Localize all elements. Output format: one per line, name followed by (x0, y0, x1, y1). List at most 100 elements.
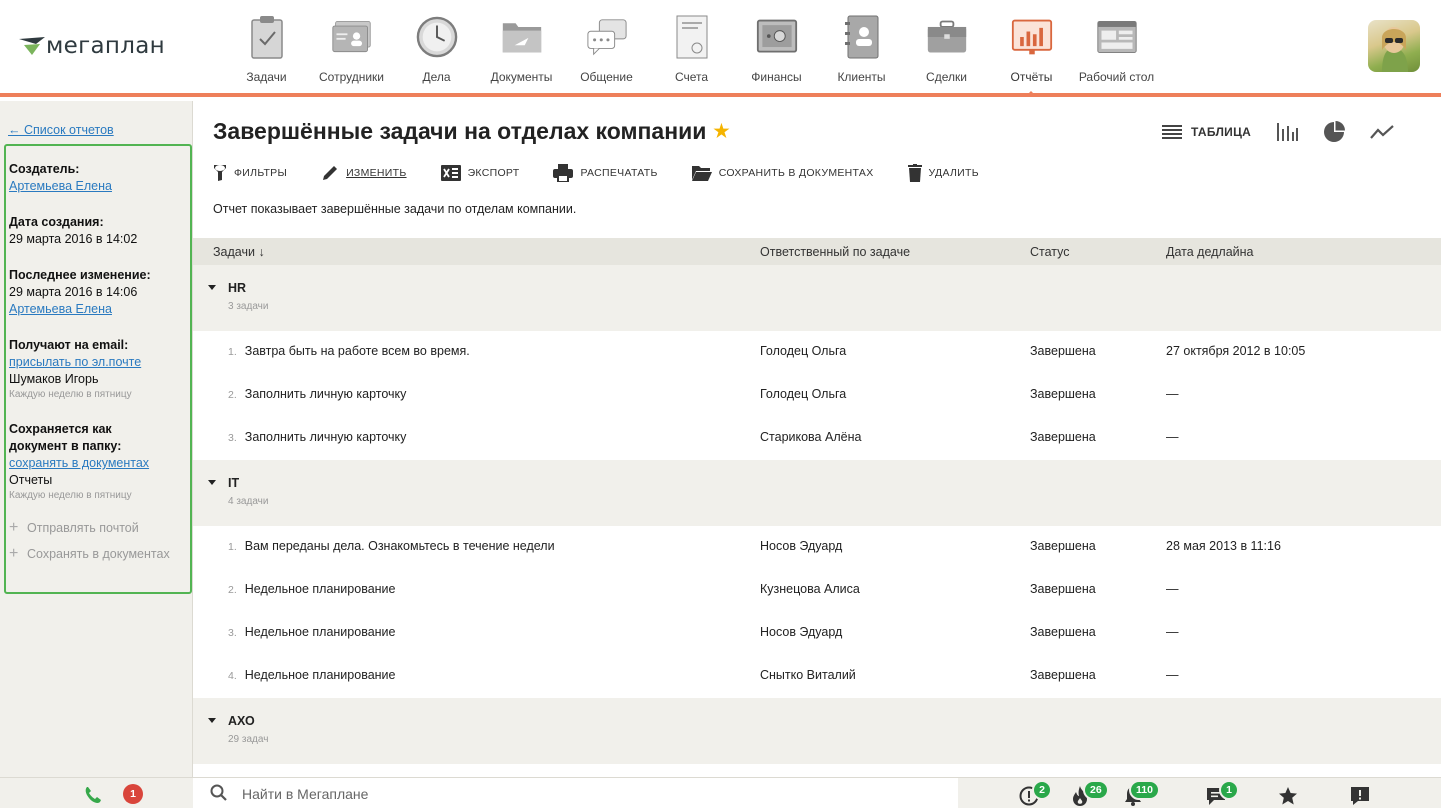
edit-button[interactable]: ИЗМЕНИТЬ (321, 161, 406, 185)
folder-open-icon (691, 165, 712, 181)
table-row[interactable]: 2. Недельное планирование Кузнецова Алиса… (193, 569, 1441, 612)
task-name[interactable]: Недельное планирование (245, 582, 396, 596)
status-cell: Завершена (1030, 625, 1096, 639)
nav-clients[interactable]: Клиенты (819, 0, 904, 93)
group-header-hr[interactable]: HR 3 задачи (193, 265, 1441, 331)
column-task-sortable[interactable]: Задачи ↓ (213, 245, 265, 259)
save-as-doc-label-1: Сохраняется как (9, 422, 112, 436)
table-row[interactable]: 2. Заполнить личную карточку Голодец Ольг… (193, 374, 1441, 417)
nav-desktop[interactable]: Рабочий стол (1074, 0, 1159, 93)
printer-icon (553, 164, 574, 182)
plus-icon: + (9, 545, 19, 562)
print-button[interactable]: РАСПЕЧАТАТЬ (553, 161, 657, 185)
page-title: Завершённые задачи на отделах компании ★ (213, 118, 730, 144)
safe-icon (756, 16, 798, 58)
task-name[interactable]: Заполнить личную карточку (245, 387, 407, 401)
logo-mark-icon (19, 37, 45, 55)
alerts-badge[interactable]: 2 (1032, 780, 1052, 800)
table-row[interactable]: 4. Недельное планирование Снытко Виталий … (193, 655, 1441, 698)
email-schedule: Каждую неделю в пятницу (9, 389, 132, 400)
group-header-aho[interactable]: АХО 29 задач (193, 698, 1441, 764)
star-icon[interactable] (1278, 786, 1298, 808)
filters-button[interactable]: ФИЛЬТРЫ (213, 161, 287, 185)
modified-by-link[interactable]: Артемьева Елена (9, 301, 190, 318)
nav-reports[interactable]: Отчёты (989, 0, 1074, 97)
table-row[interactable]: 1. Завтра быть на работе всем во время. Г… (193, 331, 1441, 374)
view-pie-chart-button[interactable] (1323, 121, 1346, 143)
nav-tasks[interactable]: Задачи (224, 0, 309, 93)
missed-calls-badge[interactable]: 1 (123, 784, 143, 804)
back-to-reports-link[interactable]: ← Список отчетов (8, 123, 114, 137)
nav-deals-calendar[interactable]: Дела (394, 0, 479, 93)
creator-label: Создатель: (9, 162, 80, 176)
delete-button[interactable]: УДАЛИТЬ (907, 161, 979, 185)
table-lines-icon (1162, 125, 1182, 139)
export-button[interactable]: ЭКСПОРТ (440, 161, 520, 185)
task-name[interactable]: Завтра быть на работе всем во время. (245, 344, 470, 358)
id-card-icon (331, 16, 373, 58)
creator-link[interactable]: Артемьева Елена (9, 178, 190, 195)
task-name[interactable]: Вам переданы дела. Ознакомьтесь в течени… (245, 539, 555, 553)
add-mail-action[interactable]: + Отправлять почтой (9, 515, 190, 541)
nav-invoices[interactable]: Счета (649, 0, 734, 93)
favorite-star-icon[interactable]: ★ (713, 121, 729, 142)
responsible-cell: Старикова Алёна (760, 430, 862, 444)
collapse-caret-icon[interactable] (208, 285, 216, 290)
nav-communication[interactable]: Общение (564, 0, 649, 93)
collapse-caret-icon[interactable] (208, 718, 216, 723)
messages-badge[interactable]: 1 (1219, 780, 1239, 800)
save-to-documents-button[interactable]: СОХРАНИТЬ В ДОКУМЕНТАХ (691, 161, 874, 185)
nav-deals[interactable]: Сделки (904, 0, 989, 93)
task-name[interactable]: Недельное планирование (245, 668, 396, 682)
deadline-cell: — (1166, 625, 1179, 639)
column-status[interactable]: Статус (1030, 245, 1070, 259)
nav-finance[interactable]: Финансы (734, 0, 819, 93)
search-icon (210, 784, 228, 805)
notification-tray: 2 26 110 1 (958, 778, 1441, 808)
report-info-panel: Создатель: Артемьева Елена Дата создания… (4, 144, 192, 594)
deadline-cell: — (1166, 668, 1179, 682)
feedback-icon[interactable] (1350, 786, 1370, 808)
deadline-cell: — (1166, 387, 1179, 401)
view-table-button[interactable]: ТАБЛИЦА (1162, 125, 1251, 139)
status-cell: Завершена (1030, 668, 1096, 682)
table-row[interactable]: 1. Вам переданы дела. Ознакомьтесь в тече… (193, 526, 1441, 569)
clipboard-check-icon (246, 16, 288, 59)
hot-tasks-badge[interactable]: 26 (1083, 780, 1109, 800)
view-switcher: ТАБЛИЦА (1162, 121, 1419, 143)
email-recipient: Шумаков Игорь (9, 372, 99, 386)
filter-icon (213, 164, 227, 182)
column-deadline[interactable]: Дата дедлайна (1166, 245, 1254, 259)
email-recipients-label: Получают на email: (9, 338, 129, 352)
view-line-chart-button[interactable] (1370, 125, 1394, 139)
phone-icon[interactable] (84, 786, 102, 807)
task-name[interactable]: Недельное планирование (245, 625, 396, 639)
table-header: Задачи ↓ Ответственный по задаче Статус … (193, 238, 1441, 265)
report-main: Завершённые задачи на отделах компании ★… (193, 101, 1441, 777)
nav-documents[interactable]: Документы (479, 0, 564, 93)
deadline-cell: 27 октября 2012 в 10:05 (1166, 344, 1306, 358)
created-label: Дата создания: (9, 215, 104, 229)
group-header-it[interactable]: IT 4 задачи (193, 460, 1441, 526)
nav-employees[interactable]: Сотрудники (309, 0, 394, 93)
add-save-docs-action[interactable]: + Сохранять в документах (9, 541, 190, 567)
column-responsible[interactable]: Ответственный по задаче (760, 245, 910, 259)
pencil-icon (321, 164, 339, 182)
table-row[interactable]: 3. Заполнить личную карточку Старикова Ал… (193, 417, 1441, 460)
notifications-badge[interactable]: 110 (1129, 780, 1160, 800)
email-settings-link[interactable]: присылать по эл.почте (9, 354, 190, 371)
invoice-icon (671, 15, 713, 59)
search-input[interactable] (242, 785, 842, 802)
contacts-book-icon (841, 15, 883, 59)
collapse-caret-icon[interactable] (208, 480, 216, 485)
save-settings-link[interactable]: сохранять в документах (9, 455, 190, 472)
task-name[interactable]: Заполнить личную карточку (245, 430, 407, 444)
view-bar-chart-button[interactable] (1276, 123, 1299, 141)
table-row[interactable]: 3. Недельное планирование Носов Эдуард За… (193, 612, 1441, 655)
report-groups: HR 3 задачи 1. Завтра быть на работе всем… (193, 265, 1441, 764)
telephony-area: 1 (0, 778, 193, 808)
user-avatar[interactable] (1368, 20, 1420, 72)
bar-chart-icon (1277, 123, 1299, 141)
user-photo-icon (1382, 27, 1408, 72)
logo[interactable]: мегаплан (18, 33, 165, 59)
